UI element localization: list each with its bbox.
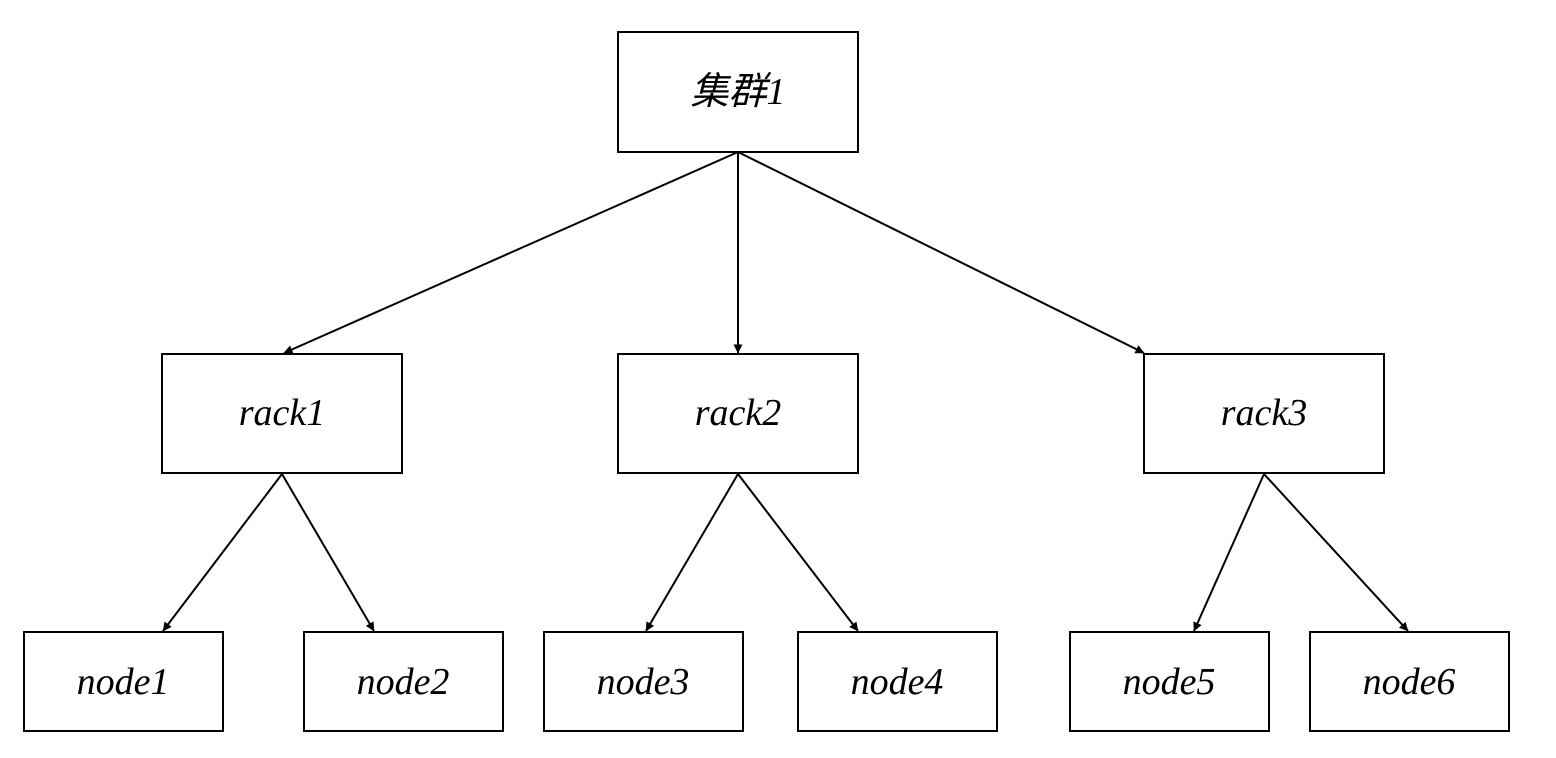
node5-label: node5 bbox=[1123, 661, 1216, 703]
rack1-node: rack1 bbox=[161, 353, 403, 474]
edge-rack2-node4 bbox=[737, 473, 859, 632]
edge-rack3-node5 bbox=[1193, 473, 1265, 632]
rack1-label: rack1 bbox=[239, 392, 326, 434]
node3-node: node3 bbox=[543, 631, 744, 732]
rack3-node: rack3 bbox=[1143, 353, 1385, 474]
cluster-node: 集群1 bbox=[617, 31, 859, 153]
edge-rack1-node2 bbox=[281, 473, 375, 632]
edge-rack3-node6 bbox=[1263, 473, 1409, 632]
edge-rack1-node1 bbox=[162, 473, 283, 632]
node4-label: node4 bbox=[851, 661, 944, 703]
edge-rack2-node3 bbox=[645, 473, 739, 632]
node4-node: node4 bbox=[797, 631, 998, 732]
edge-cluster-rack3 bbox=[737, 151, 1145, 354]
node3-label: node3 bbox=[597, 661, 690, 703]
node2-node: node2 bbox=[303, 631, 504, 732]
rack2-label: rack2 bbox=[695, 392, 782, 434]
topology-diagram: 集群1 rack1 rack2 rack3 node1 node2 node3 … bbox=[23, 31, 1510, 732]
cluster-label: 集群1 bbox=[690, 71, 785, 113]
node1-label: node1 bbox=[77, 661, 170, 703]
node6-label: node6 bbox=[1363, 661, 1456, 703]
node1-node: node1 bbox=[23, 631, 224, 732]
edge-cluster-rack1 bbox=[283, 151, 739, 354]
rack3-label: rack3 bbox=[1221, 392, 1308, 434]
node5-node: node5 bbox=[1069, 631, 1270, 732]
rack2-node: rack2 bbox=[617, 353, 859, 474]
node2-label: node2 bbox=[357, 661, 450, 703]
node6-node: node6 bbox=[1309, 631, 1510, 732]
